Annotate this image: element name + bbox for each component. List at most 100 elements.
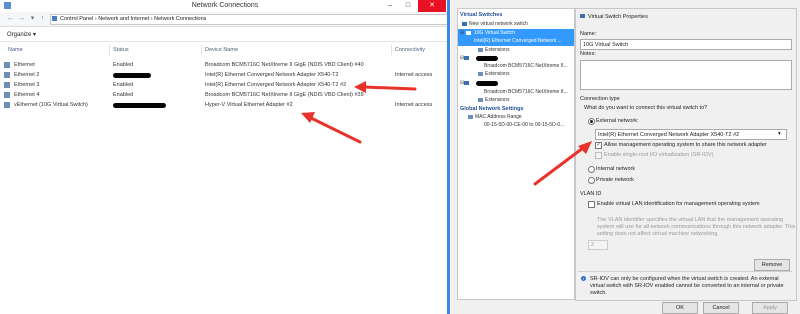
adapter-name: Ethernet 2 — [14, 72, 40, 78]
adapter-name: Ethernet 4 — [14, 92, 40, 98]
internal-network-label: Internal network — [596, 166, 636, 172]
external-adapter-select[interactable]: Intel(R) Ethernet Converged Network Adap… — [595, 129, 787, 140]
device-name: Hyper-V Virtual Ethernet Adapter #2 — [205, 102, 293, 108]
allow-management-checkbox[interactable]: ✓ — [595, 142, 602, 149]
switch-name: 10G Virtual Switch — [474, 30, 516, 36]
internal-network-radio[interactable] — [588, 166, 595, 173]
vlan-enable-checkbox[interactable] — [588, 201, 595, 208]
switch-icon — [466, 31, 471, 35]
switch-icon — [464, 80, 469, 85]
tree-section-global-settings: Global Network Settings — [460, 106, 524, 112]
column-status[interactable]: Status — [113, 47, 129, 53]
tree-item-switch-2[interactable]: ⊟ — [460, 55, 498, 61]
name-label: Name: — [580, 31, 597, 37]
tree-item-extensions[interactable]: Extensions — [478, 47, 509, 53]
address-bar[interactable]: Control Panel › Network and Internet › N… — [50, 14, 448, 25]
external-network-radio[interactable] — [588, 118, 595, 125]
vlan-header: VLAN ID — [580, 191, 602, 197]
collapse-icon[interactable]: ⊟ — [460, 30, 464, 36]
switch-properties-pane: Virtual Switch Properties Name: 10G Virt… — [575, 8, 797, 301]
allow-management-label: Allow management operating system to sha… — [604, 142, 767, 148]
column-divider[interactable] — [109, 45, 110, 55]
adapter-status: Enabled — [113, 82, 134, 88]
new-switch-icon — [462, 21, 467, 26]
switch-adapter: Intel(R) Ethernet Converged Network ... — [474, 38, 562, 44]
switch-icon — [580, 14, 585, 18]
switch-adapter: Broadcom BCM5716C NetXtreme II... — [484, 89, 568, 95]
vlan-id-field[interactable]: 2 — [588, 240, 608, 250]
private-network-radio[interactable] — [588, 177, 595, 184]
organize-menu[interactable]: Organize ▾ — [7, 31, 36, 38]
redaction-mark — [113, 73, 151, 78]
connection-type-label: Connection type — [580, 96, 620, 102]
window-border — [447, 0, 450, 314]
notes-field[interactable] — [580, 60, 792, 90]
maximize-button[interactable]: □ — [400, 0, 416, 12]
minimize-button[interactable]: – — [382, 0, 398, 12]
switch-adapter: Broadcom BCM5716C NetXtreme II... — [484, 63, 568, 69]
apply-button[interactable]: Apply — [752, 302, 788, 314]
tree-item-mac-range[interactable]: MAC Address Range — [468, 114, 522, 120]
network-adapter-icon — [4, 82, 10, 88]
name-field[interactable]: 10G Virtual Switch — [580, 39, 792, 50]
tree-item-new-switch[interactable]: New virtual network switch — [462, 21, 528, 27]
extensions-icon — [478, 47, 483, 52]
vlan-description: setting does not affect virtual machine … — [597, 231, 719, 237]
redaction-mark — [476, 81, 498, 86]
up-button[interactable]: ↑ — [38, 13, 47, 24]
vlan-enable-label: Enable virtual LAN identification for ma… — [597, 201, 760, 207]
network-adapter-icon — [4, 92, 10, 98]
table-row[interactable]: Ethernet 2 Intel(R) Ethernet Converged N… — [0, 71, 450, 80]
sriov-checkbox[interactable] — [595, 152, 602, 159]
redaction-mark — [113, 103, 166, 108]
external-network-label: External network: — [596, 118, 639, 124]
breadcrumb: Control Panel › Network and Internet › N… — [60, 16, 207, 22]
extensions-icon — [478, 97, 483, 102]
divider — [578, 271, 792, 272]
close-button[interactable]: ✕ — [418, 0, 446, 12]
forward-button[interactable]: → — [17, 13, 26, 24]
tree-item-10g-switch[interactable]: ⊟ 10G Virtual Switch Intel(R) Ethernet C… — [458, 29, 574, 46]
sriov-info-text: SR-IOV can only be configured when the v… — [590, 276, 779, 282]
network-adapter-icon — [4, 102, 10, 108]
switch-icon — [464, 55, 469, 60]
device-name: Intel(R) Ethernet Converged Network Adap… — [205, 82, 347, 88]
redaction-mark — [476, 56, 498, 61]
column-divider[interactable] — [391, 45, 392, 55]
adapter-name: vEthernet (10G Virtual Switch) — [14, 102, 88, 108]
network-adapter-icon — [4, 62, 10, 68]
column-connectivity[interactable]: Connectivity — [395, 47, 425, 53]
extensions-icon — [478, 71, 483, 76]
tree-item-extensions[interactable]: Extensions — [478, 97, 509, 103]
network-connections-window: Network Connections – □ ✕ ← → ▾ ↑ Contro… — [0, 0, 450, 314]
tree-section-virtual-switches: Virtual Switches — [460, 12, 503, 18]
column-divider[interactable] — [201, 45, 202, 55]
sriov-label: Enable single-root I/O virtualization (S… — [604, 152, 714, 158]
table-row[interactable]: Ethernet 4 Enabled Broadcom BCM5716C Net… — [0, 91, 450, 100]
adapter-status: Enabled — [113, 62, 134, 68]
adapter-name: Ethernet — [14, 62, 35, 68]
column-device[interactable]: Device Name — [205, 47, 238, 53]
column-name[interactable]: Name — [8, 47, 23, 53]
network-adapter-icon — [4, 72, 10, 78]
connection-question: What do you want to connect this virtual… — [584, 105, 708, 111]
ok-button[interactable]: OK — [662, 302, 698, 314]
tree-item-switch-3[interactable]: ⊟ — [460, 80, 498, 86]
table-row[interactable]: vEthernet (10G Virtual Switch) Hyper-V V… — [0, 101, 450, 110]
recent-locations-button[interactable]: ▾ — [28, 13, 37, 24]
info-icon: i — [581, 276, 586, 281]
chevron-down-icon: ▾ — [778, 131, 781, 137]
sriov-info-text: virtual switch with SR-IOV enabled canno… — [590, 283, 784, 289]
switch-tree-pane: Virtual Switches New virtual network swi… — [457, 8, 575, 300]
table-row[interactable]: Ethernet Enabled Broadcom BCM5716C NetXt… — [0, 61, 450, 70]
table-row[interactable]: Ethernet 3 Enabled Intel(R) Ethernet Con… — [0, 81, 450, 90]
back-button[interactable]: ← — [6, 13, 15, 24]
remove-button[interactable]: Remove — [754, 259, 790, 271]
notes-label: Notes: — [580, 51, 596, 57]
mac-range-value: 00-15-5D-00-CE-00 to 00-15-5D-0... — [484, 122, 565, 128]
tree-item-extensions[interactable]: Extensions — [478, 71, 509, 77]
device-name: Broadcom BCM5716C NetXtreme II GigE (NDI… — [205, 92, 364, 98]
cancel-button[interactable]: Cancel — [703, 302, 739, 314]
control-panel-icon — [52, 16, 57, 21]
connectivity: Internet access — [395, 72, 433, 78]
